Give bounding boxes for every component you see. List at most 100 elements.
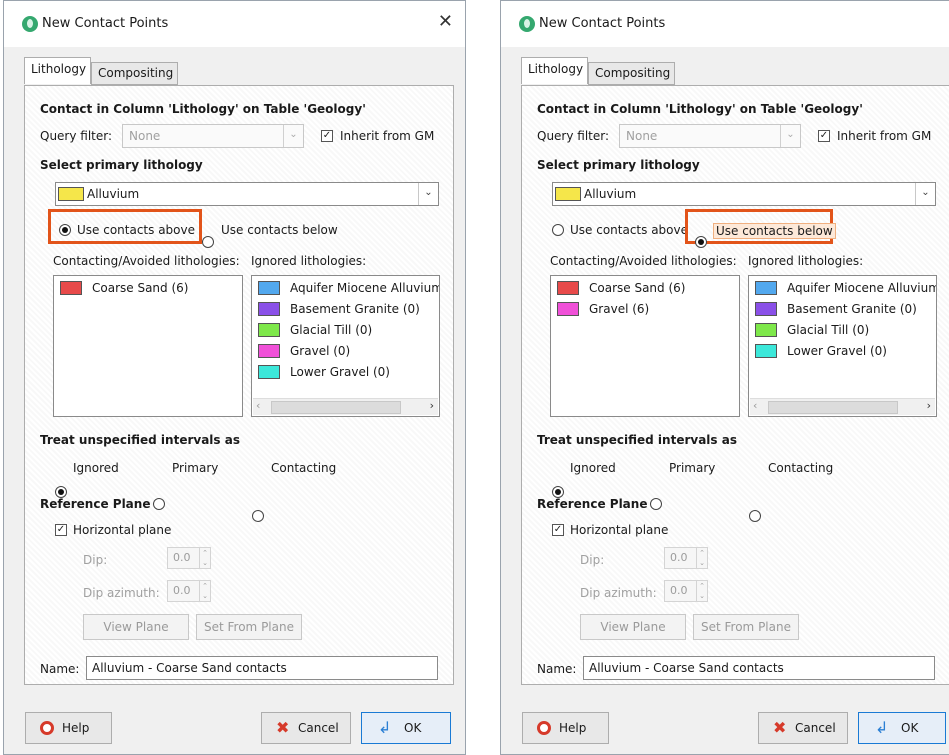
name-label: Name: [40,662,80,676]
dip-spinbox[interactable]: 0.0 ⌃ ⌄ [664,547,708,569]
ok-button-label: OK [404,721,422,735]
horizontal-scrollbar[interactable]: ‹ › [750,398,935,415]
radio-ignored-label: Ignored [570,461,616,475]
inherit-checkbox[interactable]: ✓ [321,130,333,142]
scroll-right-icon[interactable]: › [430,399,434,412]
contact-heading: Contact in Column 'Lithology' on Table '… [537,102,863,116]
radio-contacts-above-label: Use contacts above [77,223,196,237]
query-filter-dropdown[interactable]: None ⌄ [619,124,801,148]
primary-lithology-dropdown[interactable]: Alluvium ⌄ [552,182,936,206]
reference-plane-heading: Reference Plane [537,497,648,511]
ok-button[interactable]: ↲ OK [361,712,451,744]
ignored-list[interactable]: Aquifer Miocene Alluvium Basement Granit… [748,275,937,417]
view-plane-button[interactable]: View Plane [580,614,686,640]
lithology-color-swatch [755,323,777,337]
dip-azimuth-value: 0.0 [670,584,688,597]
new-contact-points-dialog: New Contact Points Lithology Compositing… [500,0,949,755]
ignored-label: Ignored lithologies: [251,254,367,268]
enter-arrow-icon: ↲ [875,718,889,737]
help-button[interactable]: Help [522,712,609,744]
scroll-thumb[interactable] [271,401,401,414]
treat-heading: Treat unspecified intervals as [40,433,240,447]
help-lifebuoy-icon [40,721,54,735]
tab-lithology[interactable]: Lithology [24,57,91,84]
help-button-label: Help [559,721,587,735]
cancel-x-icon: ✖ [773,718,787,737]
lithology-panel: Contact in Column 'Lithology' on Table '… [24,85,454,685]
set-from-plane-button[interactable]: Set From Plane [693,614,799,640]
view-plane-button[interactable]: View Plane [83,614,189,640]
horizontal-plane-label: Horizontal plane [570,523,669,537]
list-item-label: Glacial Till (0) [290,323,373,337]
tab-lithology[interactable]: Lithology [521,57,588,84]
lithology-color-swatch [258,323,280,337]
contact-heading: Contact in Column 'Lithology' on Table '… [40,102,366,116]
query-filter-label: Query filter: [537,129,610,143]
inherit-checkbox[interactable]: ✓ [818,130,830,142]
contacting-list[interactable]: Coarse Sand (6) Gravel (6) [550,275,740,417]
primary-heading: Select primary lithology [537,158,700,172]
cancel-button[interactable]: ✖ Cancel [261,712,351,744]
name-input[interactable]: Alluvium - Coarse Sand contacts [583,656,935,680]
radio-contacts-above-label: Use contacts above [570,223,689,237]
spin-arrows-icon[interactable]: ⌃ ⌄ [696,548,707,568]
set-from-plane-button[interactable]: Set From Plane [196,614,302,640]
ignored-label: Ignored lithologies: [748,254,864,268]
name-label: Name: [537,662,577,676]
dip-azimuth-spinbox[interactable]: 0.0 ⌃ ⌄ [664,580,708,602]
scroll-thumb[interactable] [768,401,898,414]
help-button[interactable]: Help [25,712,112,744]
query-filter-value: None [129,129,161,143]
scroll-left-icon[interactable]: ‹ [256,399,260,412]
list-item-label: Coarse Sand (6) [92,281,189,295]
spin-arrows-icon[interactable]: ⌃ ⌄ [696,581,707,601]
dip-value: 0.0 [670,551,688,564]
new-contact-points-dialog: New Contact Points ✕ Lithology Compositi… [3,0,466,755]
dialog-title: New Contact Points [42,16,169,31]
tab-compositing[interactable]: Compositing [91,62,178,85]
scroll-left-icon[interactable]: ‹ [753,399,757,412]
radio-ignored-label: Ignored [73,461,119,475]
primary-value: Alluvium [87,187,140,201]
list-item-label: Basement Granite (0) [290,302,420,316]
dip-spinbox[interactable]: 0.0 ⌃ ⌄ [167,547,211,569]
chevron-down-icon: ⌄ [418,183,438,205]
horizontal-plane-checkbox[interactable]: ✓ [55,524,67,536]
title-bar: New Contact Points ✕ [4,1,465,47]
horizontal-scrollbar[interactable]: ‹ › [253,398,438,415]
spin-arrows-icon[interactable]: ⌃ ⌄ [199,581,210,601]
radio-contacts-below-label: Use contacts below [221,223,338,237]
horizontal-plane-checkbox[interactable]: ✓ [552,524,564,536]
list-item-label: Lower Gravel (0) [787,344,887,358]
lithology-color-swatch [755,302,777,316]
query-filter-dropdown[interactable]: None ⌄ [122,124,304,148]
horizontal-plane-label: Horizontal plane [73,523,172,537]
dip-azimuth-spinbox[interactable]: 0.0 ⌃ ⌄ [167,580,211,602]
scroll-right-icon[interactable]: › [927,399,931,412]
close-icon[interactable]: ✕ [438,12,453,32]
ok-button[interactable]: ↲ OK [858,712,946,744]
radio-contacts-below[interactable] [695,236,707,248]
radio-primary[interactable] [153,498,165,510]
radio-primary-label: Primary [172,461,219,475]
cancel-button[interactable]: ✖ Cancel [758,712,848,744]
radio-contacts-above[interactable] [59,224,71,236]
name-input[interactable]: Alluvium - Coarse Sand contacts [86,656,438,680]
tab-compositing[interactable]: Compositing [588,62,675,85]
list-item-label: Aquifer Miocene Alluvium [290,281,440,295]
lithology-color-swatch [258,281,280,295]
contacting-list[interactable]: Coarse Sand (6) [53,275,243,417]
radio-contacts-below[interactable] [202,236,214,248]
radio-contacting[interactable] [749,510,761,522]
dip-azimuth-label: Dip azimuth: [580,586,657,600]
radio-contacting[interactable] [252,510,264,522]
title-bar: New Contact Points [501,1,949,47]
inherit-label: Inherit from GM [837,129,932,143]
ignored-list[interactable]: Aquifer Miocene Alluvium Basement Granit… [251,275,440,417]
radio-contacts-above[interactable] [552,224,564,236]
spin-arrows-icon[interactable]: ⌃ ⌄ [199,548,210,568]
primary-lithology-dropdown[interactable]: Alluvium ⌄ [55,182,439,206]
lithology-color-swatch [557,281,579,295]
query-filter-label: Query filter: [40,129,113,143]
radio-primary[interactable] [650,498,662,510]
